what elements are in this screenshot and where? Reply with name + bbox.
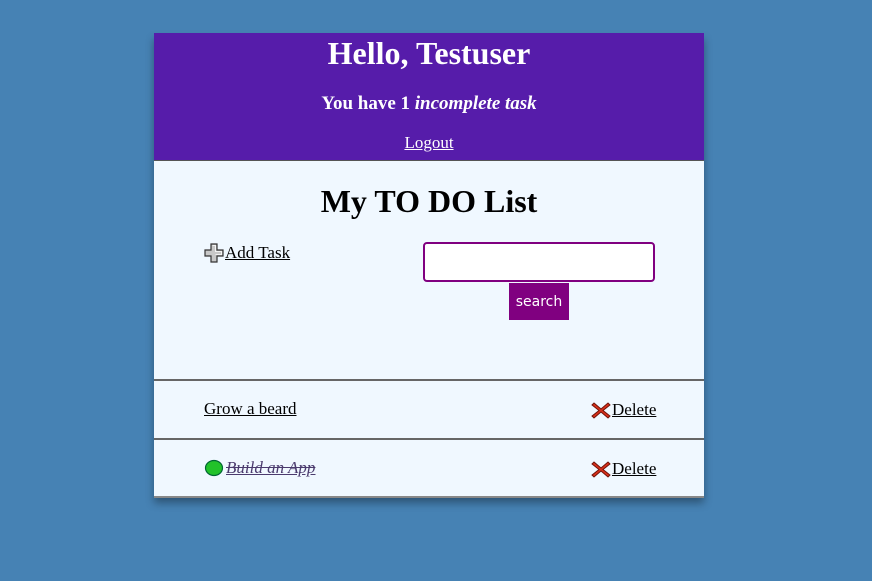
task-label-link[interactable]: Grow a beard (204, 399, 297, 419)
x-icon (591, 460, 611, 479)
delete-label: Delete (612, 400, 657, 419)
completed-task-link[interactable]: Build an App (204, 458, 315, 478)
add-task-label: Add Task (225, 243, 291, 262)
task-count-text: You have 1 incomplete task (154, 93, 704, 115)
task-row: Grow a beard Delete (154, 379, 704, 436)
todo-card: Hello, Testuser You have 1 incomplete ta… (154, 33, 704, 498)
delete-task-button[interactable]: Delete (591, 400, 656, 420)
x-icon (591, 401, 611, 420)
task-count-prefix: You have 1 (321, 93, 415, 114)
plus-icon (204, 243, 224, 263)
page-title: My TO DO List (320, 183, 538, 219)
delete-task-button[interactable]: Delete (591, 459, 656, 479)
completed-task-label: Build an App (226, 458, 316, 477)
search-input[interactable] (423, 242, 655, 282)
green-circle-icon (204, 459, 224, 477)
user-header: Hello, Testuser You have 1 incomplete ta… (154, 33, 704, 161)
logout-link[interactable]: Logout (154, 133, 704, 153)
add-task-link[interactable]: Add Task (204, 243, 290, 263)
delete-label: Delete (612, 459, 657, 478)
task-count-emphasis: incomplete task (414, 93, 537, 114)
task-row: Build an App Delete (154, 438, 704, 498)
greeting-heading: Hello, Testuser (327, 35, 531, 71)
search-button[interactable]: search (509, 283, 569, 320)
